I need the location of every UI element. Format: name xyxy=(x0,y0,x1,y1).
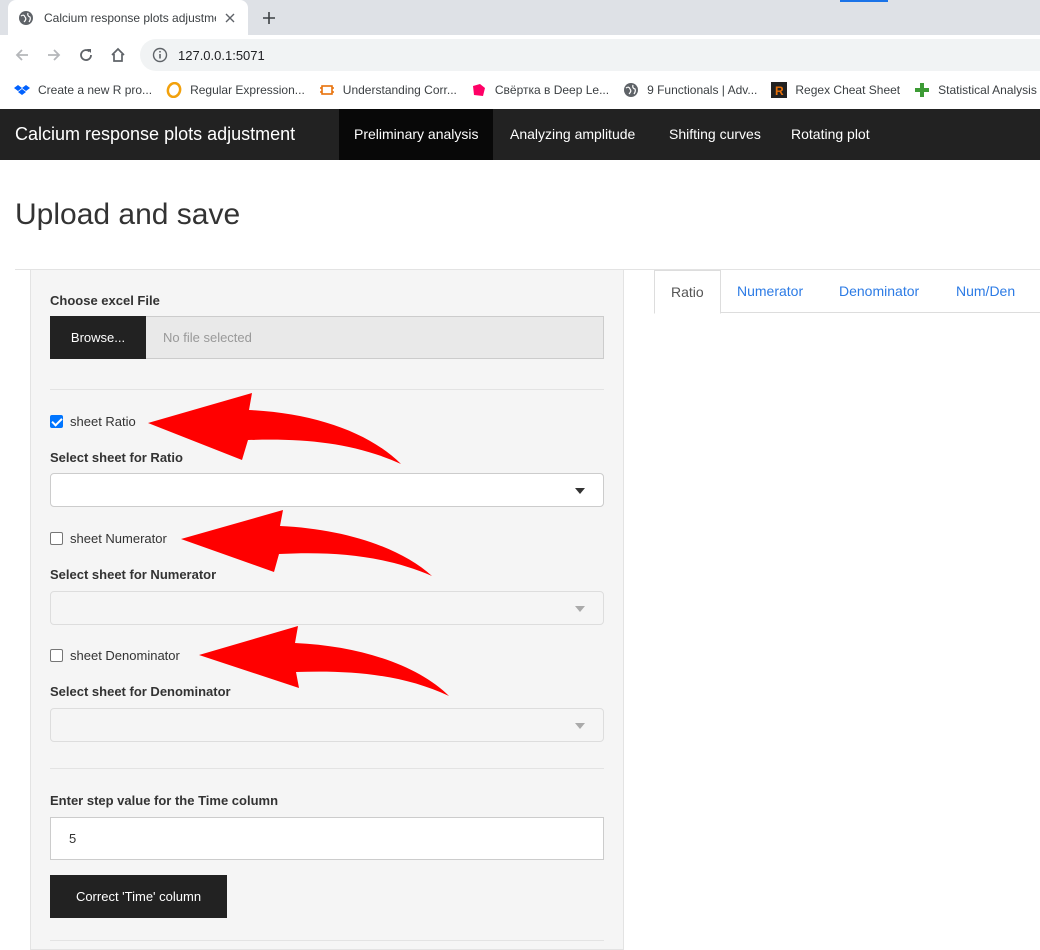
bookmarks-bar: Create a new R pro... Regular Expression.… xyxy=(0,75,1040,105)
nav-preliminary-analysis[interactable]: Preliminary analysis xyxy=(339,109,494,160)
tab-ratio[interactable]: Ratio xyxy=(654,270,721,314)
numerator-checkbox[interactable] xyxy=(50,532,63,545)
bookmark-item[interactable]: Свёртка в Deep Le... xyxy=(471,82,609,98)
annotation-arrow-icon xyxy=(199,626,449,696)
file-input[interactable]: Browse... No file selected xyxy=(50,316,604,359)
reload-icon[interactable] xyxy=(74,43,98,67)
nav-shifting-curves[interactable]: Shifting curves xyxy=(654,109,776,160)
file-input-label: Choose excel File xyxy=(50,293,160,308)
globe-icon xyxy=(623,82,639,98)
file-name-field[interactable]: No file selected xyxy=(146,316,604,359)
ratio-checkbox[interactable] xyxy=(50,415,63,428)
new-tab-icon[interactable] xyxy=(258,7,280,29)
divider xyxy=(50,940,604,941)
annotation-arrow-icon xyxy=(148,393,401,464)
bookmark-item[interactable]: 9 Functionals | Adv... xyxy=(623,82,757,98)
tabstrip-indicator xyxy=(840,0,888,2)
numerator-checkbox-label: sheet Numerator xyxy=(70,531,167,546)
cross-icon xyxy=(914,82,930,98)
correct-time-button[interactable]: Correct 'Time' column xyxy=(50,875,227,918)
browser-tabstrip: Calcium response plots adjustme xyxy=(0,0,1040,35)
bookmark-label: Create a new R pro... xyxy=(38,83,153,97)
bookmark-item[interactable]: R Regex Cheat Sheet xyxy=(771,82,900,98)
numerator-checkbox-row[interactable]: sheet Numerator xyxy=(50,531,167,546)
bookmark-label: Свёртка в Deep Le... xyxy=(494,83,610,97)
dropbox-icon xyxy=(14,82,30,98)
app-brand: Calcium response plots adjustment xyxy=(15,124,296,144)
divider xyxy=(50,768,604,769)
bookmark-item[interactable]: Create a new R pro... xyxy=(14,82,152,98)
page-title: Upload and save xyxy=(15,198,241,231)
tab-num-den[interactable]: Num/Den xyxy=(940,270,1031,313)
bookmark-label: Statistical Analysis -... xyxy=(938,83,1040,97)
step-value-input[interactable]: 5 xyxy=(50,817,604,860)
bookmark-label: 9 Functionals | Adv... xyxy=(647,83,758,97)
chip-icon xyxy=(319,82,335,98)
ratio-checkbox-label: sheet Ratio xyxy=(70,414,136,429)
bookmark-item[interactable]: Statistical Analysis -... xyxy=(914,82,1040,98)
ratio-checkbox-row[interactable]: sheet Ratio xyxy=(50,414,136,429)
nav-analyzing-amplitude[interactable]: Analyzing amplitude xyxy=(495,109,650,160)
bookmark-label: Regex Cheat Sheet xyxy=(795,83,901,97)
bookmark-item[interactable]: Understanding Corr... xyxy=(319,82,457,98)
tab-numerator[interactable]: Numerator xyxy=(721,270,819,313)
bookmark-label: Regular Expression... xyxy=(190,83,305,97)
ratio-sheet-select[interactable] xyxy=(50,473,604,507)
chevron-down-icon xyxy=(575,723,585,729)
chevron-down-icon xyxy=(575,488,585,494)
browser-tab[interactable]: Calcium response plots adjustme xyxy=(8,0,248,35)
browse-button[interactable]: Browse... xyxy=(50,316,146,359)
close-tab-icon[interactable] xyxy=(222,10,238,26)
browser-tab-title: Calcium response plots adjustme xyxy=(44,10,216,25)
numerator-sheet-select[interactable] xyxy=(50,591,604,625)
bookmark-item[interactable]: Regular Expression... xyxy=(166,81,305,99)
denominator-checkbox-row[interactable]: sheet Denominator xyxy=(50,648,180,663)
main-tabset: Ratio Numerator Denominator Num/Den xyxy=(654,270,1040,314)
address-bar[interactable]: 127.0.0.1:5071 xyxy=(140,39,1040,71)
forward-icon[interactable] xyxy=(42,43,66,67)
app-navbar: Calcium response plots adjustment Prelim… xyxy=(0,109,1040,160)
url-text: 127.0.0.1:5071 xyxy=(178,47,265,63)
tab-denominator[interactable]: Denominator xyxy=(823,270,935,313)
denominator-sheet-select[interactable] xyxy=(50,708,604,742)
nav-rotating-plot[interactable]: Rotating plot xyxy=(776,109,885,160)
regex-icon xyxy=(166,81,182,99)
r-logo-icon: R xyxy=(771,82,788,98)
home-icon[interactable] xyxy=(106,43,130,67)
chevron-down-icon xyxy=(575,606,585,612)
globe-icon xyxy=(19,10,33,25)
bookmark-label: Understanding Corr... xyxy=(342,83,457,97)
back-icon[interactable] xyxy=(10,43,34,67)
denominator-checkbox-label: sheet Denominator xyxy=(70,648,180,663)
annotation-arrow-icon xyxy=(181,510,432,576)
habr-icon xyxy=(471,82,487,98)
step-value-label: Enter step value for the Time column xyxy=(50,793,279,808)
browser-toolbar: 127.0.0.1:5071 xyxy=(0,35,1040,75)
info-icon[interactable] xyxy=(152,47,168,63)
svg-text:R: R xyxy=(775,84,784,98)
denominator-checkbox[interactable] xyxy=(50,649,63,662)
